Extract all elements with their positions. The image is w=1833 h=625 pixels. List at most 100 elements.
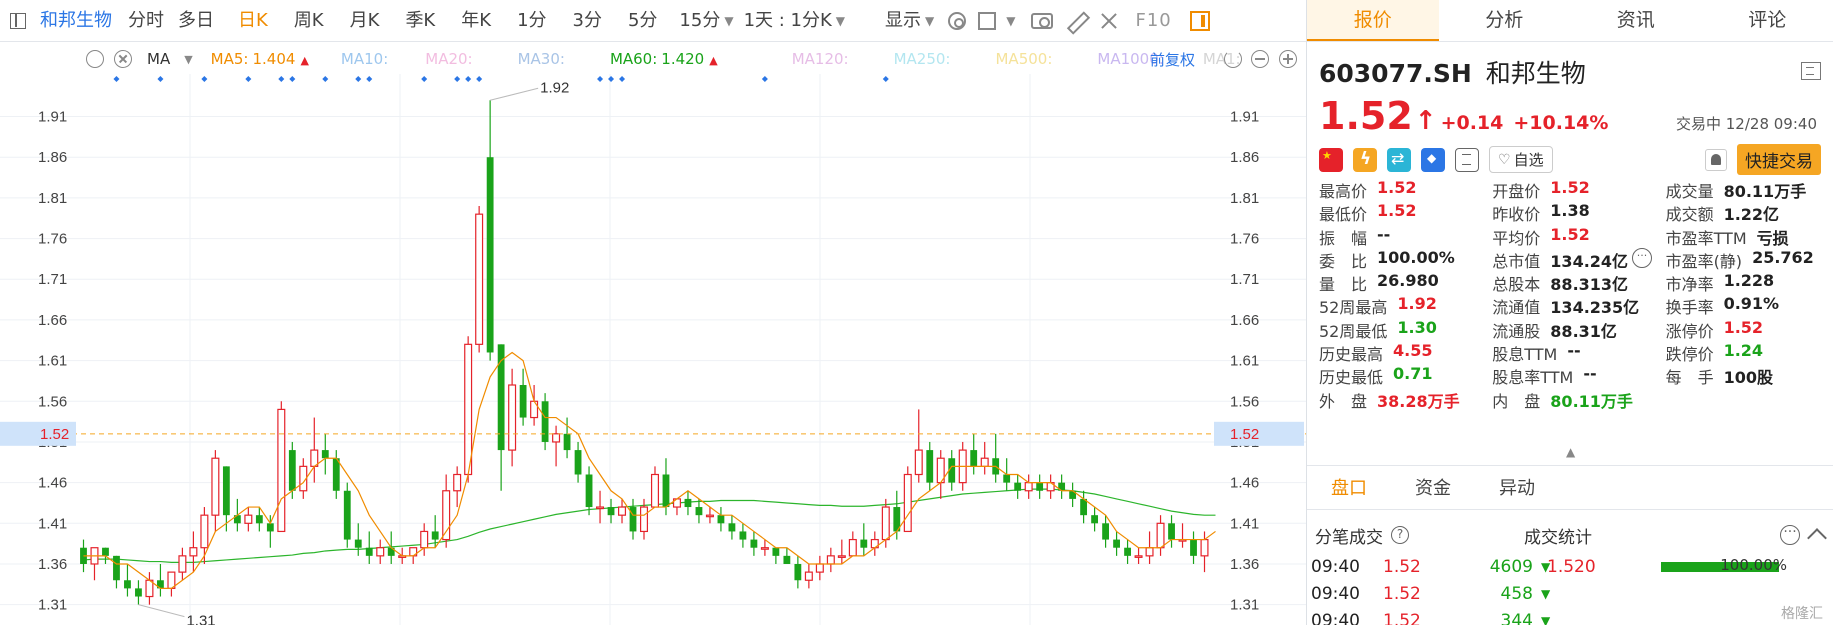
event-marker-icon <box>157 76 164 82</box>
reset-icon[interactable] <box>1224 50 1242 68</box>
display-menu[interactable]: 显示 <box>885 0 921 42</box>
quote-row: 52周最高 1.92 流通值 134.235亿 换手率 0.91% <box>1319 294 1824 317</box>
period-1min[interactable]: 1分 <box>517 0 546 42</box>
tick-vol: 4609 <box>1489 556 1533 577</box>
side-panel-icon[interactable] <box>1189 10 1210 31</box>
add-watchlist-button[interactable]: ♡ 自选 <box>1489 146 1553 173</box>
quote-label: 总市值 <box>1492 251 1541 271</box>
quick-trade-button[interactable]: 快捷交易 <box>1737 144 1821 175</box>
period-weekly[interactable]: 周K <box>294 0 324 42</box>
period-daily[interactable]: 日K <box>238 0 268 42</box>
ma-value: 1.420 <box>661 50 705 68</box>
candle-body <box>277 408 286 533</box>
fullscreen-expand-icon[interactable] <box>1099 11 1119 31</box>
chevron-up-icon[interactable]: ▲ <box>1566 445 1575 459</box>
ma-item: MA5: 1.404 ▲ <box>211 50 309 68</box>
quote-cell: 昨收价 1.38 <box>1492 201 1665 224</box>
period-15min[interactable]: 15分 <box>679 0 720 42</box>
candle-body <box>464 343 473 476</box>
more-icon[interactable]: ··· <box>1632 247 1653 268</box>
tab-orderbook[interactable]: 盘口 <box>1307 466 1391 509</box>
draw-pen-icon[interactable] <box>1065 10 1087 32</box>
price-change-pct: +10.14% <box>1513 112 1609 134</box>
quote-cell: 量 比 26.980 <box>1319 271 1492 294</box>
quote-cell: 52周最高 1.92 <box>1319 294 1492 317</box>
y-tick-label-right: 1.61 <box>1230 353 1259 370</box>
collapse-icon[interactable] <box>1807 528 1827 548</box>
y-tick-label-left: 1.36 <box>38 556 67 573</box>
sidebar-toggle-icon[interactable] <box>10 12 26 29</box>
interval-select[interactable]: 1天 : 1分K <box>744 0 832 42</box>
quote-row: 最高价 1.52 开盘价 1.52 成交量 80.11万手 <box>1319 178 1824 201</box>
chevron-down-icon[interactable]: ▼ <box>836 14 845 28</box>
quote-row: 历史最高 4.55 股息TTM -- 跌停价 1.24 <box>1319 341 1824 364</box>
bell-icon[interactable] <box>1705 148 1727 171</box>
layout-square-icon[interactable] <box>978 11 997 30</box>
candlestick-chart[interactable]: 1.91 1.91 1.86 1.86 1.81 1.81 1.76 1.76 1.71 1.71… <box>0 74 1306 625</box>
quote-cell: 总股本 88.313亿 <box>1492 271 1665 294</box>
quote-row: 最低价 1.52 昨收价 1.38 成交额 1.22亿 <box>1319 201 1824 224</box>
tab-quote[interactable]: 报价 <box>1307 0 1439 41</box>
period-3min[interactable]: 3分 <box>573 0 602 42</box>
gear-icon[interactable] <box>86 50 104 68</box>
settings-gear-icon[interactable] <box>948 11 967 30</box>
period-quarterly[interactable]: 季K <box>405 0 435 42</box>
chevron-down-icon[interactable]: ▼ <box>925 14 934 28</box>
ma-label: MA20: <box>425 50 473 68</box>
quote-value: 1.38 <box>1550 201 1590 221</box>
candle-body <box>684 498 692 508</box>
help-icon[interactable]: ? <box>1391 526 1409 544</box>
tab-movements[interactable]: 异动 <box>1475 466 1559 509</box>
candle-body <box>826 555 835 565</box>
quote-cell: 委 比 100.00% <box>1319 248 1492 271</box>
y-tick-label-left: 1.76 <box>38 231 67 248</box>
chevron-down-icon[interactable]: ▼ <box>724 14 733 28</box>
list-icon[interactable] <box>1801 62 1821 80</box>
candle-body <box>1124 547 1131 556</box>
quote-value: 1.22亿 <box>1723 205 1780 225</box>
candle-body <box>354 539 362 548</box>
tab-analysis[interactable]: 分析 <box>1439 0 1571 41</box>
chevron-down-icon[interactable]: ▼ <box>184 53 192 66</box>
y-tick-label-left: 1.81 <box>38 190 67 207</box>
shuffle-icon[interactable] <box>1387 147 1411 172</box>
candle-body <box>760 547 769 550</box>
period-monthly[interactable]: 月K <box>350 0 380 42</box>
event-marker-icon <box>454 76 461 82</box>
quote-label: 历史最低 <box>1319 368 1384 388</box>
screenshot-camera-icon[interactable] <box>1031 12 1054 29</box>
quote-value: 0.91% <box>1723 294 1780 314</box>
candle-body <box>914 449 923 476</box>
quote-cell: 流通值 134.235亿 <box>1492 294 1665 317</box>
tick-dir: ▼ <box>1541 613 1551 625</box>
chevron-down-icon[interactable]: ▼ <box>1006 14 1015 28</box>
tag-icon[interactable] <box>1421 147 1445 172</box>
period-yearly[interactable]: 年K <box>461 0 491 42</box>
period-intraday[interactable]: 分时 <box>128 0 164 42</box>
quote-cell: 内 盘 80.11万手 <box>1492 388 1665 411</box>
chart-area: 和邦生物 分时 多日 日K 周K 月K 季K 年K 1分 3分 5分 15分 ▼… <box>0 0 1306 625</box>
stock-name-tab[interactable]: 和邦生物 <box>40 0 112 42</box>
tab-comments[interactable]: 评论 <box>1702 0 1833 41</box>
quote-value: 1.52 <box>1377 201 1417 221</box>
event-marker-icon <box>619 76 626 82</box>
candle-body <box>178 555 187 573</box>
candle-body <box>189 547 198 557</box>
zoom-in-icon[interactable] <box>1279 50 1297 68</box>
f10-button[interactable]: F10 <box>1135 10 1171 31</box>
ma-select[interactable]: MA <box>147 50 170 68</box>
more-options-icon[interactable]: ··· <box>1780 525 1800 545</box>
price-line: 1.52 ↑ +0.14 +10.14% 交易中 12/28 09:40 <box>1319 94 1821 138</box>
event-marker-icon <box>421 76 428 82</box>
zoom-out-icon[interactable] <box>1251 50 1269 68</box>
document-icon[interactable] <box>1455 147 1479 172</box>
tab-funds[interactable]: 资金 <box>1391 466 1475 509</box>
china-flag-icon[interactable] <box>1319 147 1343 172</box>
close-icon[interactable] <box>114 50 132 68</box>
adjust-mode[interactable]: 前复权 <box>1150 49 1195 70</box>
lightning-icon[interactable] <box>1353 147 1377 172</box>
candle-body <box>1156 522 1165 549</box>
tab-news[interactable]: 资讯 <box>1570 0 1702 41</box>
period-5min[interactable]: 5分 <box>628 0 657 42</box>
period-multiday[interactable]: 多日 <box>178 0 214 42</box>
